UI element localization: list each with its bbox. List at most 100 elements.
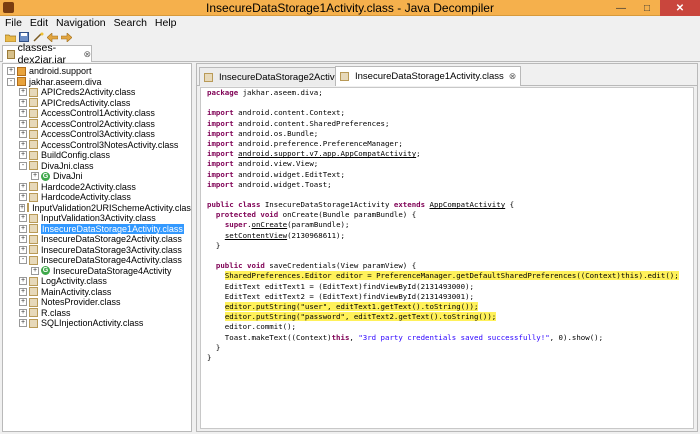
forward-arrow-icon[interactable] xyxy=(60,32,72,43)
expand-icon[interactable]: + xyxy=(19,277,27,286)
tree-item[interactable]: + MainActivity.class xyxy=(3,287,191,298)
tree-item-label: DivaJni.class xyxy=(41,160,94,171)
tree-item-label: InputValidation2URISchemeActivity.class xyxy=(32,202,192,213)
tree-item[interactable]: + BuildConfig.class xyxy=(3,150,191,161)
tree-item-label: HardcodeActivity.class xyxy=(41,192,131,203)
menu-file[interactable]: File xyxy=(5,17,22,29)
class-file-icon xyxy=(29,297,38,307)
code-token: AppCompatActivity xyxy=(429,200,506,210)
expand-icon[interactable]: + xyxy=(19,214,27,223)
expand-icon[interactable]: + xyxy=(19,245,27,254)
expand-icon[interactable]: + xyxy=(19,119,27,128)
tree-item[interactable]: + AccessControl3NotesActivity.class xyxy=(3,140,191,151)
tree-item[interactable]: + LogActivity.class xyxy=(3,276,191,287)
expand-icon[interactable]: + xyxy=(19,182,27,191)
tree-item[interactable]: + G InsecureDataStorage4Activity xyxy=(3,266,191,277)
open-folder-icon[interactable] xyxy=(4,32,16,43)
code-token: } xyxy=(207,352,212,362)
code-token: setContentView xyxy=(224,230,288,240)
toolbar xyxy=(0,30,700,44)
tree-item-label: NotesProvider.class xyxy=(41,297,121,308)
tree-item[interactable]: - InsecureDataStorage4Activity.class xyxy=(3,255,191,266)
code-line: editor.commit(); xyxy=(207,322,679,332)
close-tab-icon[interactable]: ⊗ xyxy=(509,71,517,82)
expand-icon[interactable]: + xyxy=(19,151,27,160)
tree-item-label: BuildConfig.class xyxy=(41,150,111,161)
class-file-icon xyxy=(29,140,38,150)
code-token: this xyxy=(331,332,350,342)
tab-classes-jar[interactable]: classes-dex2jar.jar ⊗ xyxy=(2,42,92,66)
code-editor[interactable]: package jakhar.aseem.diva; import androi… xyxy=(200,87,694,429)
expand-icon[interactable]: + xyxy=(19,88,27,97)
expand-icon[interactable]: + xyxy=(19,308,27,317)
expand-icon[interactable]: + xyxy=(31,172,39,181)
expand-icon[interactable]: + xyxy=(19,224,27,233)
class-file-icon xyxy=(29,129,38,139)
tree-item[interactable]: + InputValidation3Activity.class xyxy=(3,213,191,224)
code-token: InsecureDataStorage1Activity xyxy=(260,200,394,210)
code-line: import android.content.Context; xyxy=(207,108,679,118)
collapse-icon[interactable]: - xyxy=(19,161,27,170)
tree-item[interactable]: + InputValidation2URISchemeActivity.class xyxy=(3,203,191,214)
tree-item[interactable]: + AccessControl1Activity.class xyxy=(3,108,191,119)
tree-item[interactable]: + HardcodeActivity.class xyxy=(3,192,191,203)
class-file-icon xyxy=(29,213,38,223)
tree-item[interactable]: + Hardcode2Activity.class xyxy=(3,182,191,193)
editor-tabs: InsecureDataStorage2Activity.class Insec… xyxy=(197,64,697,86)
code-line: import android.os.Bundle; xyxy=(207,129,679,139)
tree-item[interactable]: + AccessControl3Activity.class xyxy=(3,129,191,140)
tree-item-label: MainActivity.class xyxy=(41,286,112,297)
tree-item-label: APICreds2Activity.class xyxy=(41,87,136,98)
code-token: EditText editText1 = (EditText)findViewB… xyxy=(207,281,474,291)
collapse-icon[interactable]: - xyxy=(7,77,15,86)
expand-icon[interactable]: + xyxy=(19,98,27,107)
code-line: } xyxy=(207,241,679,251)
save-icon[interactable] xyxy=(18,32,30,43)
expand-icon[interactable]: + xyxy=(19,140,27,149)
expand-icon[interactable]: + xyxy=(19,130,27,139)
close-icon[interactable]: ✕ xyxy=(660,0,700,16)
expand-icon[interactable]: + xyxy=(19,193,27,202)
menu-edit[interactable]: Edit xyxy=(30,17,48,29)
tree-item[interactable]: + InsecureDataStorage3Activity.class xyxy=(3,245,191,256)
expand-icon[interactable]: + xyxy=(31,266,39,275)
expand-icon[interactable]: + xyxy=(19,319,27,328)
tree-item[interactable]: - DivaJni.class xyxy=(3,161,191,172)
back-arrow-icon[interactable] xyxy=(46,32,58,43)
code-token: editor.commit(); xyxy=(207,322,296,332)
menu-navigation[interactable]: Navigation xyxy=(56,17,106,29)
expand-icon[interactable]: + xyxy=(7,67,15,76)
menu-search[interactable]: Search xyxy=(114,17,147,29)
tree-item[interactable]: + InsecureDataStorage2Activity.class xyxy=(3,234,191,245)
expand-icon[interactable]: + xyxy=(19,287,27,296)
tab-insecuredatastorage1[interactable]: InsecureDataStorage1Activity.class ⊗ xyxy=(335,66,522,86)
tree-item[interactable]: + G DivaJni xyxy=(3,171,191,182)
window-title: InsecureDataStorage1Activity.class - Jav… xyxy=(206,1,494,15)
tree-item[interactable]: + R.class xyxy=(3,308,191,319)
tree-item[interactable]: + AccessControl2Activity.class xyxy=(3,119,191,130)
expand-icon[interactable]: + xyxy=(19,109,27,118)
expand-icon[interactable]: + xyxy=(19,298,27,307)
class-file-icon xyxy=(29,119,38,129)
expand-icon[interactable]: + xyxy=(19,235,27,244)
minimize-icon[interactable]: — xyxy=(608,0,634,16)
collapse-icon[interactable]: - xyxy=(19,256,27,265)
tree-item-label: APICredsActivity.class xyxy=(41,97,131,108)
expand-icon[interactable]: + xyxy=(19,203,26,212)
tree-item[interactable]: + NotesProvider.class xyxy=(3,297,191,308)
tree-item[interactable]: + APICredsActivity.class xyxy=(3,98,191,109)
menu-help[interactable]: Help xyxy=(155,17,177,29)
tree-item[interactable]: + APICreds2Activity.class xyxy=(3,87,191,98)
close-tab-icon[interactable]: ⊗ xyxy=(83,49,91,60)
wand-icon[interactable] xyxy=(32,32,44,43)
package-icon xyxy=(17,77,26,87)
class-file-icon xyxy=(340,72,349,81)
maximize-icon[interactable]: □ xyxy=(634,0,660,16)
tree-item[interactable]: + SQLInjectionActivity.class xyxy=(3,318,191,329)
tree-item[interactable]: + android.support xyxy=(3,66,191,77)
tree-item[interactable]: + InsecureDataStorage1Activity.class xyxy=(3,223,191,235)
tree-item[interactable]: - jakhar.aseem.diva xyxy=(3,77,191,88)
